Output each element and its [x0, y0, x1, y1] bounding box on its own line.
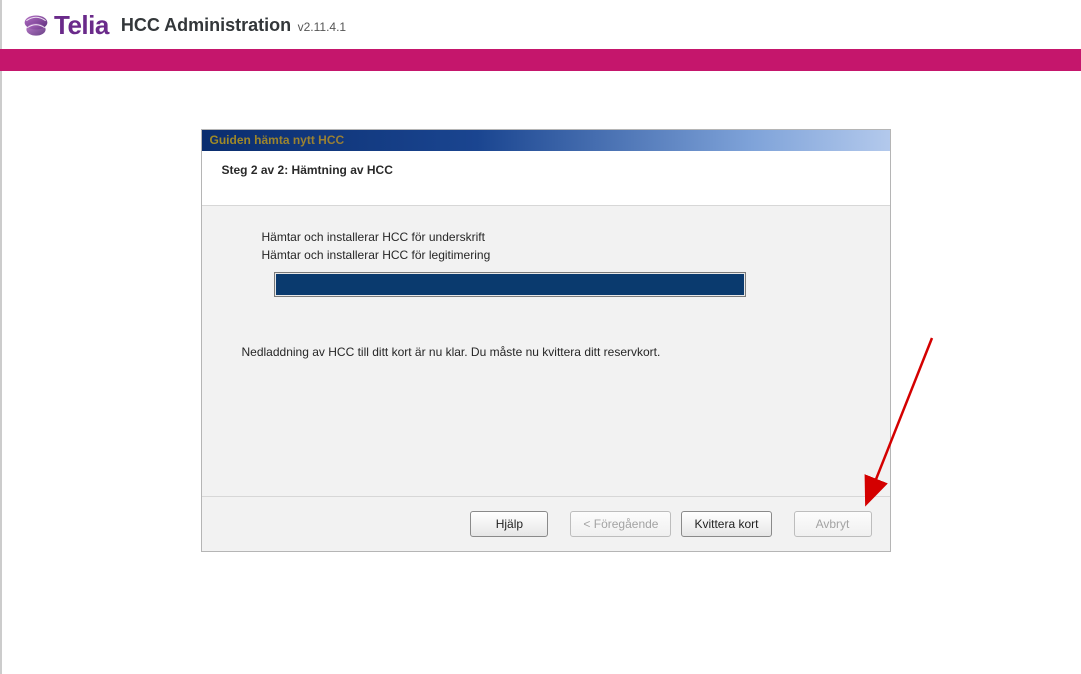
brand-logo: Telia: [22, 10, 109, 41]
app-version: v2.11.4.1: [298, 20, 346, 34]
progress-bar-fill: [276, 274, 744, 295]
status-line-1: Hämtar och installerar HCC för underskri…: [262, 230, 830, 244]
wizard-panel: Guiden hämta nytt HCC Steg 2 av 2: Hämtn…: [201, 129, 891, 552]
help-button[interactable]: Hjälp: [470, 511, 548, 537]
wizard-step-header: Steg 2 av 2: Hämtning av HCC: [202, 151, 890, 206]
wizard-body: Hämtar och installerar HCC för underskri…: [202, 206, 890, 496]
cancel-button: Avbryt: [794, 511, 872, 537]
app-header: Telia HCC Administration v2.11.4.1: [10, 0, 1081, 49]
previous-button: < Föregående: [570, 511, 671, 537]
app-title-block: HCC Administration v2.11.4.1: [121, 15, 346, 36]
progress-bar: [274, 272, 746, 297]
confirm-card-button[interactable]: Kvittera kort: [681, 511, 771, 537]
brand-name: Telia: [54, 10, 109, 41]
wizard-button-row: Hjälp < Föregående Kvittera kort Avbryt: [202, 496, 890, 551]
app-title: HCC Administration: [121, 15, 291, 35]
wizard-step-title: Steg 2 av 2: Hämtning av HCC: [222, 163, 870, 177]
telia-swirl-icon: [22, 12, 50, 40]
accent-bar: [0, 49, 1081, 71]
wizard-titlebar: Guiden hämta nytt HCC: [202, 130, 890, 151]
status-line-2: Hämtar och installerar HCC för legitimer…: [262, 248, 830, 262]
wizard-titlebar-text: Guiden hämta nytt HCC: [210, 133, 345, 147]
completion-message: Nedladdning av HCC till ditt kort är nu …: [242, 345, 830, 359]
